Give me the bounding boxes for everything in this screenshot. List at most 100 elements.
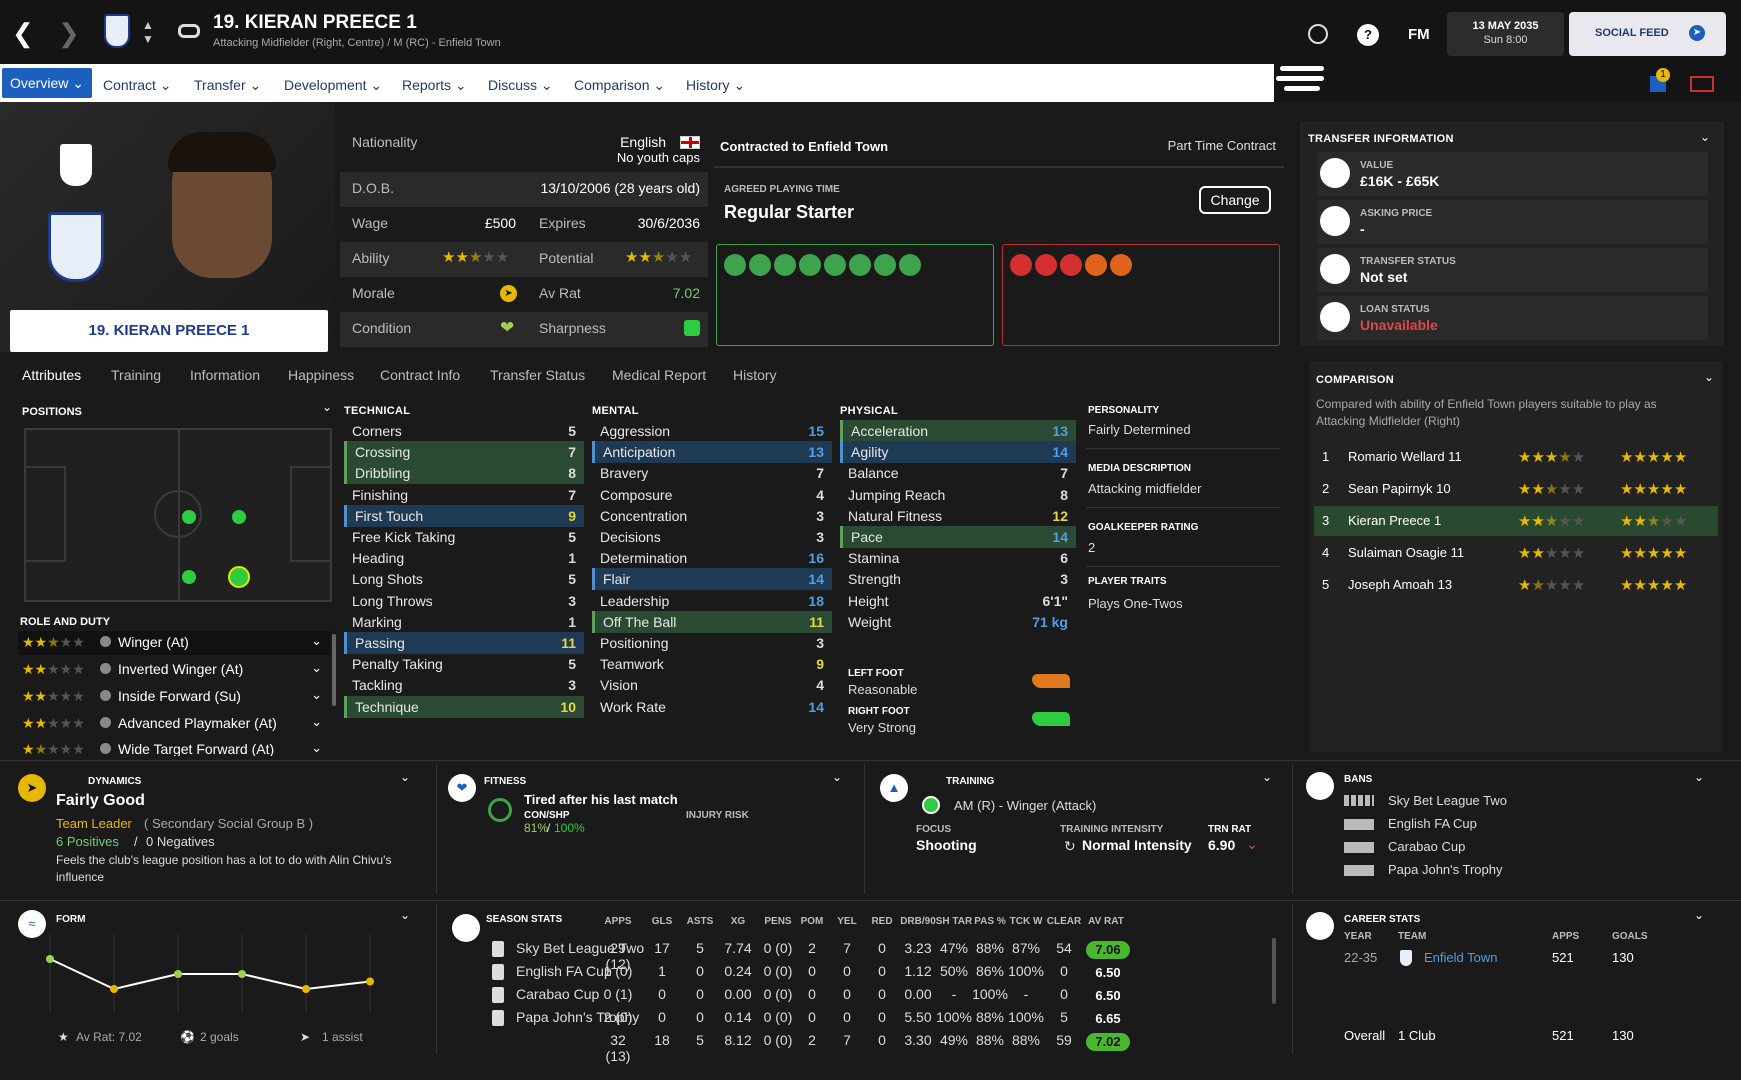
attribute-row[interactable]: Strength 3	[840, 568, 1076, 590]
season-col-header[interactable]: SH TAR	[934, 916, 974, 927]
attribute-row[interactable]: Aggression 15	[592, 420, 832, 442]
comparison-row[interactable]: 2 Sean Papirnyk 10 ★★★★★ ★★★★★	[1314, 474, 1718, 504]
attribute-row[interactable]: Tackling 3	[344, 674, 584, 696]
attribute-row[interactable]: Agility 14	[840, 441, 1076, 464]
globe-icon[interactable]	[1308, 24, 1328, 44]
chevron-down-icon[interactable]: ⌄	[311, 740, 322, 756]
form-collapse-icon[interactable]: ⌄	[400, 908, 410, 922]
role-row[interactable]: ★★★★★ Wide Target Forward (At) ⌄	[18, 738, 330, 756]
season-comp[interactable]: Carabao Cup	[516, 986, 599, 1002]
trait-boot-icon[interactable]	[799, 254, 821, 276]
season-col-header[interactable]: APPS	[598, 916, 638, 927]
back-icon[interactable]: ❮	[12, 18, 34, 49]
trait-ball-icon[interactable]	[724, 254, 746, 276]
change-button[interactable]: Change	[1199, 186, 1271, 214]
attribute-row[interactable]: Bravery 7	[592, 462, 832, 484]
attribute-row[interactable]: Flair 14	[592, 568, 832, 591]
attribute-row[interactable]: Balance 7	[840, 462, 1076, 484]
season-col-header[interactable]: PAS %	[970, 916, 1010, 927]
attribute-row[interactable]: Passing 11	[344, 632, 584, 654]
subtab-training[interactable]: Training	[111, 367, 161, 383]
help-icon[interactable]: ?	[1357, 24, 1379, 46]
attribute-row[interactable]: Positioning 3	[592, 632, 832, 654]
attribute-row[interactable]: Finishing 7	[344, 484, 584, 506]
attribute-row[interactable]: Decisions 3	[592, 526, 832, 548]
attribute-row[interactable]: Long Throws 3	[344, 590, 584, 612]
form-point[interactable]	[110, 985, 118, 993]
comparison-row[interactable]: 3 Kieran Preece 1 ★★★★★ ★★★★★	[1314, 506, 1718, 536]
screen-icon[interactable]	[1690, 76, 1714, 92]
attribute-row[interactable]: Long Shots 5	[344, 568, 584, 590]
attribute-row[interactable]: Heading 1	[344, 547, 584, 569]
attribute-row[interactable]: Dribbling 8	[344, 462, 584, 485]
subtab-happiness[interactable]: Happiness	[288, 367, 354, 383]
tab-history[interactable]: History ⌄	[686, 72, 745, 98]
chevron-down-icon[interactable]: ⌄	[311, 633, 322, 649]
trait-glove-icon[interactable]	[1035, 254, 1057, 276]
training-collapse-icon[interactable]: ⌄	[1262, 770, 1272, 784]
fitness-title[interactable]: FITNESS	[484, 776, 526, 787]
collapse-icon[interactable]: ⌄	[1700, 130, 1710, 144]
role-row[interactable]: ★★★★★ Inverted Winger (At) ⌄	[18, 658, 330, 682]
attribute-row[interactable]: Height 6'1"	[840, 590, 1076, 612]
attribute-row[interactable]: Natural Fitness 12	[840, 505, 1076, 527]
subtab-transfer-status[interactable]: Transfer Status	[490, 367, 585, 383]
trait-pitch-icon[interactable]	[899, 254, 921, 276]
attribute-row[interactable]: Weight 71 kg	[840, 611, 1076, 633]
subtab-attributes[interactable]: Attributes	[22, 367, 81, 383]
fitness-collapse-icon[interactable]: ⌄	[832, 770, 842, 784]
attribute-row[interactable]: Work Rate 14	[592, 696, 832, 718]
attribute-row[interactable]: Free Kick Taking 5	[344, 526, 584, 548]
attribute-row[interactable]: Jumping Reach 8	[840, 484, 1076, 506]
season-col-header[interactable]: YEL	[827, 916, 867, 927]
comparison-row[interactable]: 1 Romario Wellard 11 ★★★★★ ★★★★★	[1314, 442, 1718, 472]
chevron-up-down-icon[interactable]: ▲ ▼	[142, 18, 154, 46]
subtab-medical-report[interactable]: Medical Report	[612, 367, 706, 383]
attribute-row[interactable]: First Touch 9	[344, 504, 584, 527]
form-point[interactable]	[46, 955, 54, 963]
attribute-row[interactable]: Anticipation 13	[592, 441, 832, 464]
season-col-header[interactable]: TCK W	[1006, 916, 1046, 927]
bans-collapse-icon[interactable]: ⌄	[1694, 770, 1704, 784]
tab-reports[interactable]: Reports ⌄	[402, 72, 467, 98]
attribute-row[interactable]: Marking 1	[344, 611, 584, 633]
training-title[interactable]: TRAINING	[946, 776, 994, 787]
trait-burst-icon[interactable]	[1060, 254, 1082, 276]
dynamics-title[interactable]: DYNAMICS	[88, 776, 141, 787]
info-icon[interactable]	[100, 663, 111, 674]
trait-trend-icon[interactable]	[1085, 254, 1107, 276]
forward-icon[interactable]: ❯	[58, 18, 80, 49]
tab-transfer[interactable]: Transfer ⌄	[194, 72, 261, 98]
trait-card-icon[interactable]	[874, 254, 896, 276]
chevron-down-icon[interactable]: ⌄	[311, 687, 322, 703]
attribute-row[interactable]: Acceleration 13	[840, 420, 1076, 442]
tab-discuss[interactable]: Discuss ⌄	[488, 72, 553, 98]
season-col-header[interactable]: GLS	[642, 916, 682, 927]
attribute-row[interactable]: Concentration 3	[592, 505, 832, 527]
season-col-header[interactable]: DRB/90	[898, 916, 938, 927]
season-col-header[interactable]: AV RAT	[1086, 916, 1126, 927]
form-point[interactable]	[238, 970, 246, 978]
attribute-row[interactable]: Technique 10	[344, 695, 584, 718]
career-team[interactable]: Enfield Town	[1424, 950, 1497, 965]
positions-title[interactable]: POSITIONS	[22, 406, 82, 418]
attribute-row[interactable]: Crossing 7	[344, 441, 584, 464]
attribute-row[interactable]: Stamina 6	[840, 547, 1076, 569]
role-scrollbar[interactable]	[332, 634, 336, 706]
trait-shot-icon[interactable]	[824, 254, 846, 276]
trait-dribble-icon[interactable]	[849, 254, 871, 276]
positions-collapse-icon[interactable]: ⌄	[322, 400, 332, 414]
info-icon[interactable]	[100, 636, 111, 647]
tab-contract[interactable]: Contract ⌄	[103, 72, 172, 98]
trait-star-icon[interactable]	[1010, 254, 1032, 276]
form-point[interactable]	[302, 985, 310, 993]
comparison-collapse-icon[interactable]: ⌄	[1704, 370, 1714, 384]
subtab-contract-info[interactable]: Contract Info	[380, 367, 460, 383]
form-point[interactable]	[366, 977, 374, 986]
attribute-row[interactable]: Corners 5	[344, 420, 584, 442]
tab-development[interactable]: Development ⌄	[284, 72, 382, 98]
career-title[interactable]: CAREER STATS	[1344, 914, 1420, 925]
comparison-row[interactable]: 5 Joseph Amoah 13 ★★★★★ ★★★★★	[1314, 570, 1718, 600]
career-collapse-icon[interactable]: ⌄	[1694, 908, 1704, 922]
fm-logo[interactable]: FM	[1408, 26, 1430, 43]
